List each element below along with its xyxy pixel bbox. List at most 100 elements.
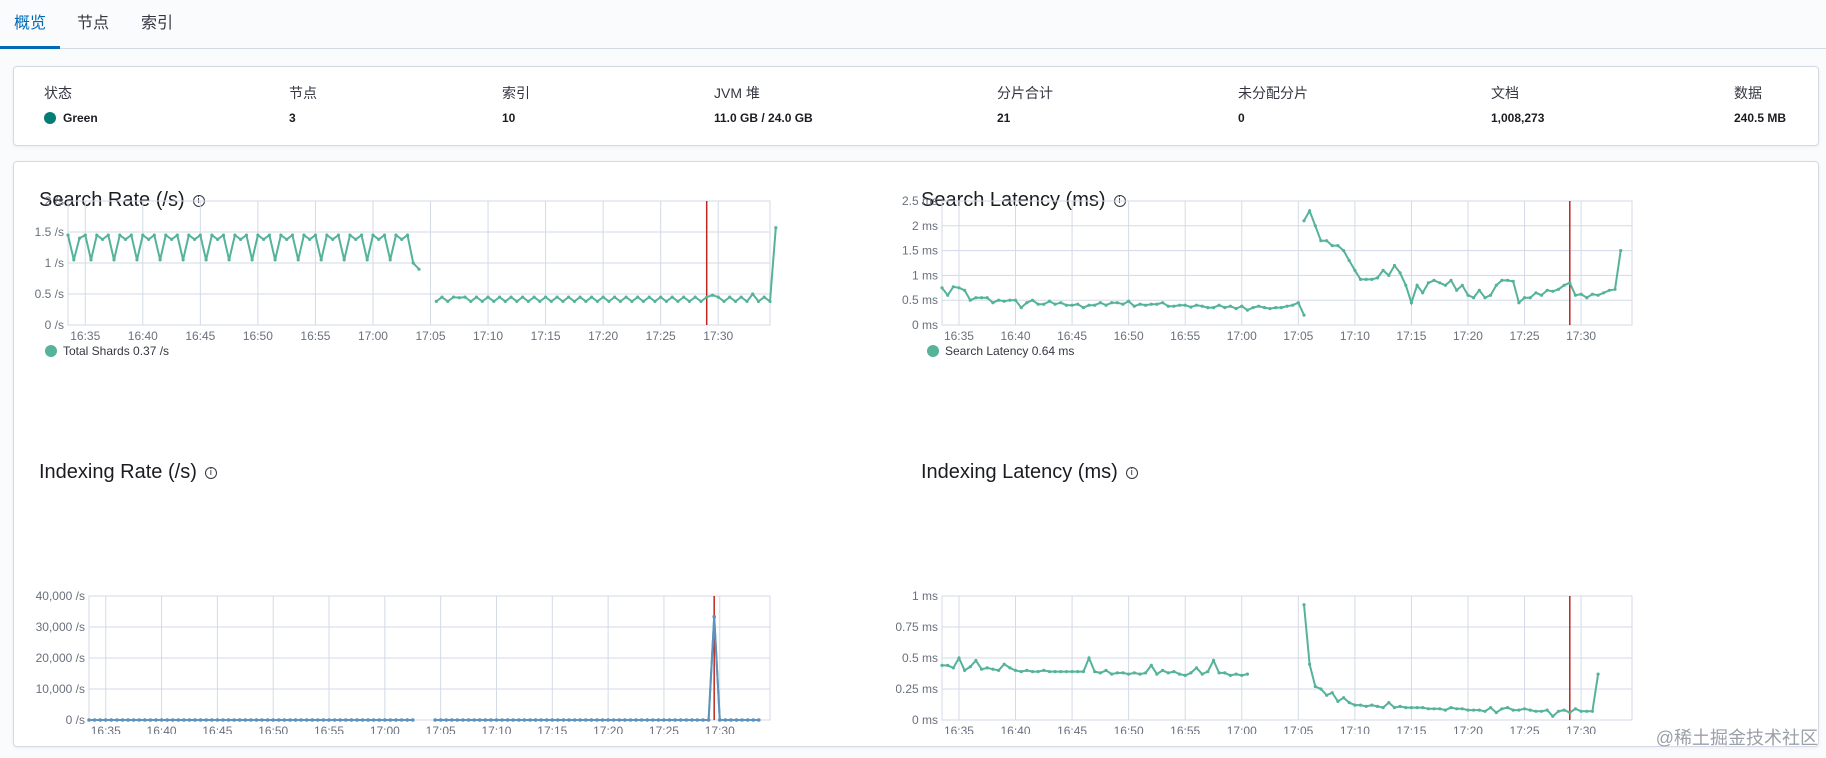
data-point [1370, 703, 1374, 707]
chart-svg: 0 /s 10,000 /s 20,000 /s 30,000 /s 40,000 /s… [36, 589, 771, 734]
data-point [613, 295, 617, 299]
data-point [1313, 224, 1317, 228]
data-point [768, 299, 772, 303]
y-tick-label: 2 /s [45, 194, 64, 208]
data-point [1449, 278, 1453, 282]
stat-label: 数据 [1734, 85, 1762, 101]
data-point [1008, 666, 1012, 670]
data-point [141, 233, 145, 237]
data-point [1347, 701, 1351, 705]
tab-overview[interactable]: 概览 [0, 0, 61, 49]
y-tick-label: 0.5 /s [35, 287, 64, 301]
data-point [87, 718, 91, 722]
data-point [187, 233, 191, 237]
data-point [1149, 663, 1153, 667]
data-point [595, 718, 599, 722]
data-point [1155, 672, 1159, 676]
data-point [1568, 711, 1572, 715]
data-point [1081, 306, 1085, 310]
data-point [365, 258, 369, 262]
data-point [1189, 305, 1193, 309]
data-point [716, 295, 720, 299]
data-point [762, 295, 766, 299]
data-point [712, 614, 716, 619]
data-point [1483, 709, 1487, 713]
data-point [1093, 303, 1097, 307]
data-point [1166, 671, 1170, 675]
data-point [355, 718, 359, 722]
x-tick-label: 17:25 [646, 329, 676, 343]
data-point [601, 295, 605, 299]
data-point [438, 718, 443, 722]
data-point [628, 718, 633, 722]
data-point [293, 718, 298, 722]
data-point [1189, 671, 1193, 675]
data-point [147, 237, 151, 241]
data-point [1562, 708, 1566, 712]
data-point [1070, 303, 1074, 307]
data-point [103, 718, 108, 722]
data-point [1002, 662, 1006, 666]
data-point [1240, 304, 1244, 308]
data-point [327, 718, 331, 722]
data-point [466, 718, 471, 722]
data-point [1053, 302, 1057, 306]
data-point [1517, 708, 1521, 712]
data-point [1313, 684, 1317, 689]
data-point [1081, 670, 1085, 674]
data-point [1522, 707, 1527, 711]
data-point [617, 718, 622, 722]
y-tick-label: 0.75 ms [896, 620, 938, 634]
x-tick-label: 17:25 [649, 724, 679, 734]
data-point [158, 258, 162, 262]
data-point [480, 299, 484, 303]
series-line [435, 227, 777, 304]
data-point [1596, 672, 1600, 676]
data-point [1268, 307, 1272, 311]
data-point [215, 718, 220, 722]
y-tick-label: 0.25 ms [896, 682, 938, 696]
data-point [1375, 704, 1380, 708]
data-point [968, 665, 972, 669]
data-point [360, 718, 365, 722]
data-point [751, 718, 756, 722]
x-tick-label: 17:00 [1227, 724, 1257, 734]
data-point [774, 226, 778, 230]
data-point [83, 233, 87, 237]
data-point [336, 233, 340, 237]
data-point [699, 299, 703, 303]
x-tick-label: 16:50 [258, 724, 288, 734]
x-tick-label: 17:30 [703, 329, 733, 343]
data-point [667, 718, 672, 722]
data-point [181, 258, 185, 262]
data-point [1064, 670, 1068, 674]
data-point [1302, 219, 1306, 223]
x-tick-label: 17:20 [593, 724, 623, 734]
x-tick-label: 16:50 [1114, 724, 1144, 734]
data-point [664, 299, 669, 303]
data-point [1047, 299, 1052, 303]
data-point [349, 718, 354, 722]
tab-nodes[interactable]: 节点 [63, 0, 123, 49]
series-line [67, 233, 420, 270]
data-point [1528, 296, 1532, 300]
data-point [997, 298, 1001, 302]
x-tick-label: 16:45 [1057, 329, 1087, 343]
stat-data-size: 数据 240.5 MB [1734, 83, 1786, 125]
data-point [1098, 671, 1102, 675]
data-point [1511, 279, 1515, 283]
data-point [282, 718, 287, 722]
data-point [539, 718, 543, 722]
x-tick-label: 17:20 [588, 329, 618, 343]
data-point [690, 718, 694, 722]
data-point [344, 718, 348, 722]
data-point [486, 295, 490, 299]
chart-svg: 0 /s 0.5 /s 1 /s 1.5 /s 2 /s 16:35 16:40 16:45 1… [35, 194, 778, 358]
data-point [210, 233, 214, 237]
x-tick-label: 16:55 [314, 724, 344, 734]
y-tick-label: 30,000 /s [36, 620, 85, 634]
data-point [687, 299, 692, 303]
data-point [354, 237, 358, 241]
tab-indices[interactable]: 索引 [127, 0, 187, 49]
data-point [1619, 249, 1623, 253]
